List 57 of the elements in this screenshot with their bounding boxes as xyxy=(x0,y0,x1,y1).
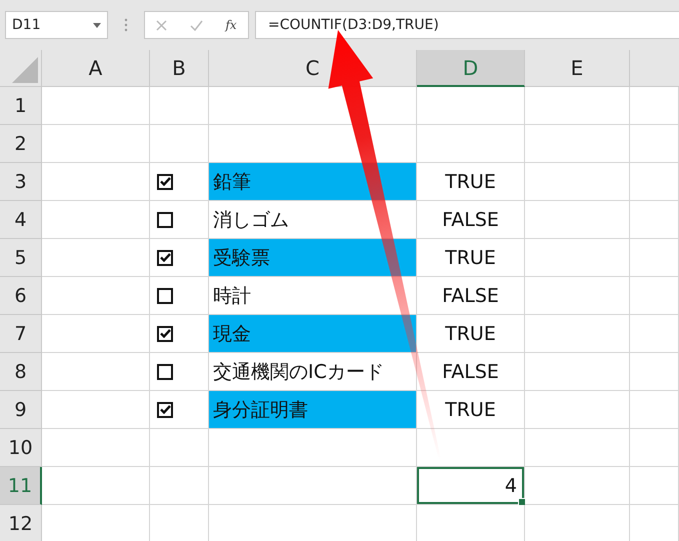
formula-bar[interactable]: =COUNTIF(D3:D9,TRUE) xyxy=(255,11,679,39)
check-icon[interactable] xyxy=(190,20,203,30)
table-cell xyxy=(150,87,209,125)
table-cell-text: FALSE xyxy=(441,208,500,232)
table-cell: 消しゴム xyxy=(209,201,417,239)
row-header[interactable]: 5 xyxy=(0,239,42,277)
column-header[interactable]: B xyxy=(150,50,209,87)
table-cell: 受験票 xyxy=(209,239,417,277)
column-header[interactable]: D xyxy=(417,50,525,87)
table-cell xyxy=(630,239,679,277)
table-cell xyxy=(630,429,679,467)
table-cell xyxy=(630,353,679,391)
table-cell: 現金 xyxy=(209,315,417,353)
table-cell xyxy=(630,467,679,505)
table-cell xyxy=(630,277,679,315)
table-cell-text: FALSE xyxy=(441,284,500,308)
drag-handle-icon xyxy=(124,18,128,32)
column-header[interactable]: E xyxy=(525,50,630,87)
table-cell xyxy=(630,87,679,125)
dropdown-caret-icon xyxy=(93,22,101,28)
row-header[interactable]: 10 xyxy=(0,429,42,467)
table-cell: 鉛筆 xyxy=(209,163,417,201)
table-cell-text: TRUE xyxy=(444,398,497,422)
row-header[interactable]: 12 xyxy=(0,505,42,541)
table-cell-text: TRUE xyxy=(444,246,497,270)
table-cell xyxy=(630,201,679,239)
row-header[interactable]: 7 xyxy=(0,315,42,353)
checkbox[interactable] xyxy=(157,402,173,418)
row-header[interactable]: 8 xyxy=(0,353,42,391)
table-cell xyxy=(630,315,679,353)
insert-function-button[interactable]: fx xyxy=(225,18,237,32)
table-cell-text: TRUE xyxy=(444,322,497,346)
row-header[interactable]: 1 xyxy=(0,87,42,125)
checkbox[interactable] xyxy=(157,212,173,228)
table-cell-text: TRUE xyxy=(444,170,497,194)
table-cell: 身分証明書 xyxy=(209,391,417,429)
table-cell xyxy=(630,163,679,201)
row-header[interactable]: 11 xyxy=(0,467,42,505)
checkbox[interactable] xyxy=(157,174,173,190)
row-header[interactable]: 3 xyxy=(0,163,42,201)
table-cell xyxy=(630,391,679,429)
checkbox[interactable] xyxy=(157,326,173,342)
row-header[interactable]: 4 xyxy=(0,201,42,239)
table-cell xyxy=(630,125,679,163)
checkbox[interactable] xyxy=(157,364,173,380)
table-cell: 交通機関のICカード xyxy=(209,353,417,391)
active-cell: 4 xyxy=(417,467,524,504)
row-header[interactable]: 2 xyxy=(0,125,42,163)
column-header[interactable]: A xyxy=(42,50,150,87)
name-box[interactable]: D11 xyxy=(5,11,108,39)
row-header[interactable]: 6 xyxy=(0,277,42,315)
table-cell: 時計 xyxy=(209,277,417,315)
table-cell xyxy=(150,467,209,505)
checkbox[interactable] xyxy=(157,288,173,304)
table-cell-text: FALSE xyxy=(441,360,500,384)
checkbox[interactable] xyxy=(157,250,173,266)
row-header[interactable]: 9 xyxy=(0,391,42,429)
